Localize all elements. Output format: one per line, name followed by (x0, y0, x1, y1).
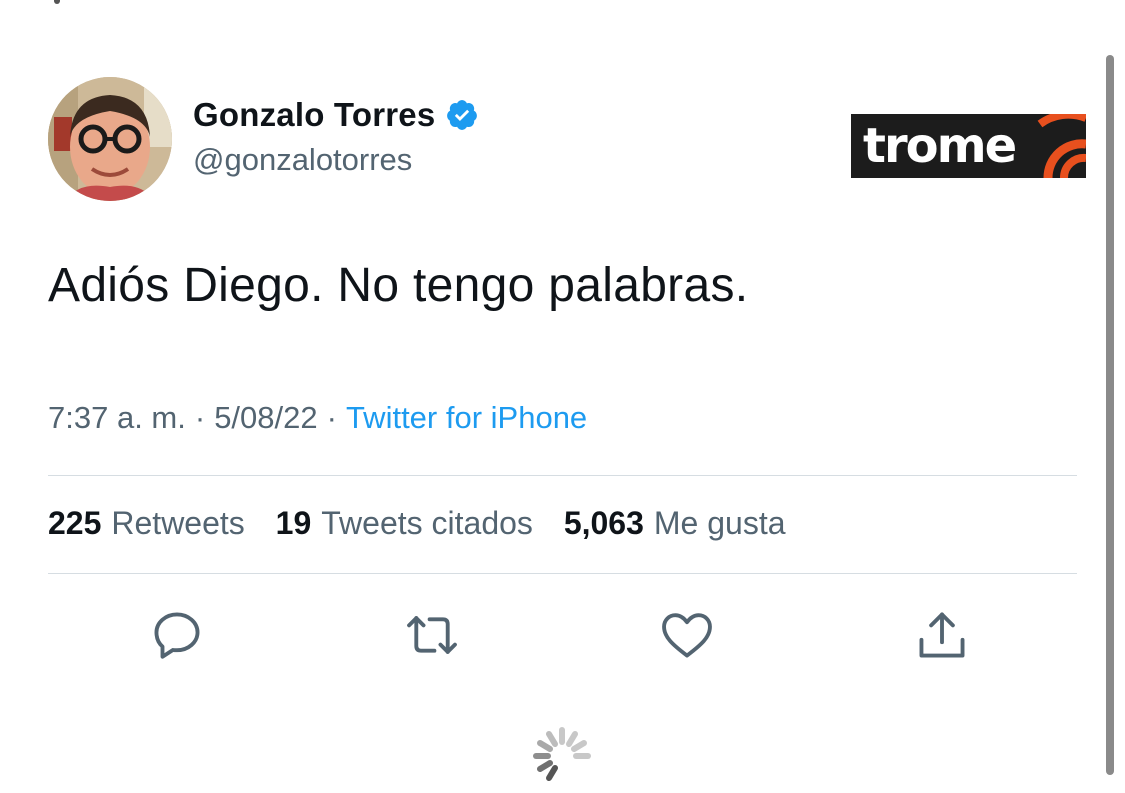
divider (48, 573, 1077, 574)
like-button[interactable] (657, 605, 717, 665)
meta-separator: · (326, 400, 337, 435)
retweets-count: 225 (48, 505, 102, 541)
tweet-meta: 7:37 a. m. · 5/08/22 · Twitter for iPhone (48, 400, 587, 436)
divider (48, 475, 1077, 476)
likes-label: Me gusta (653, 505, 786, 541)
tweet-time[interactable]: 7:37 a. m. (48, 400, 186, 435)
reply-icon (154, 612, 200, 659)
trome-logo: trome (851, 110, 1088, 179)
share-icon (919, 612, 965, 658)
loading-spinner-icon (530, 724, 594, 788)
verified-badge-icon (445, 98, 479, 132)
quotes-label: Tweets citados (321, 505, 533, 541)
likes-count: 5,063 (563, 505, 644, 541)
reply-button[interactable] (147, 605, 207, 665)
heart-icon (662, 613, 712, 658)
retweet-button[interactable] (402, 605, 462, 665)
share-button[interactable] (912, 605, 972, 665)
scrollbar[interactable] (1106, 55, 1114, 775)
author-name-row[interactable]: Gonzalo Torres (193, 96, 479, 134)
avatar[interactable] (48, 77, 172, 201)
quotes-count: 19 (275, 505, 312, 541)
tweet-source-link[interactable]: Twitter for iPhone (346, 400, 587, 435)
tweet-text: Adiós Diego. No tengo palabras. (48, 259, 749, 312)
tweet-stats: 225 Retweets 19 Tweets citados 5,063 Me gus… (48, 505, 808, 542)
scroll-indicator (54, 0, 60, 4)
author-handle[interactable]: @gonzalotorres (193, 142, 412, 178)
logo-text: trome (863, 118, 1016, 174)
retweet-icon (407, 616, 457, 654)
retweets-label: Retweets (111, 505, 245, 541)
meta-separator: · (194, 400, 206, 435)
display-name[interactable]: Gonzalo Torres (193, 96, 435, 134)
retweets-stat[interactable]: 225 Retweets (48, 505, 245, 541)
avatar-image (48, 77, 172, 201)
quotes-stat[interactable]: 19 Tweets citados (276, 505, 533, 541)
tweet-date[interactable]: 5/08/22 (214, 400, 317, 435)
likes-stat[interactable]: 5,063 Me gusta (564, 505, 786, 541)
